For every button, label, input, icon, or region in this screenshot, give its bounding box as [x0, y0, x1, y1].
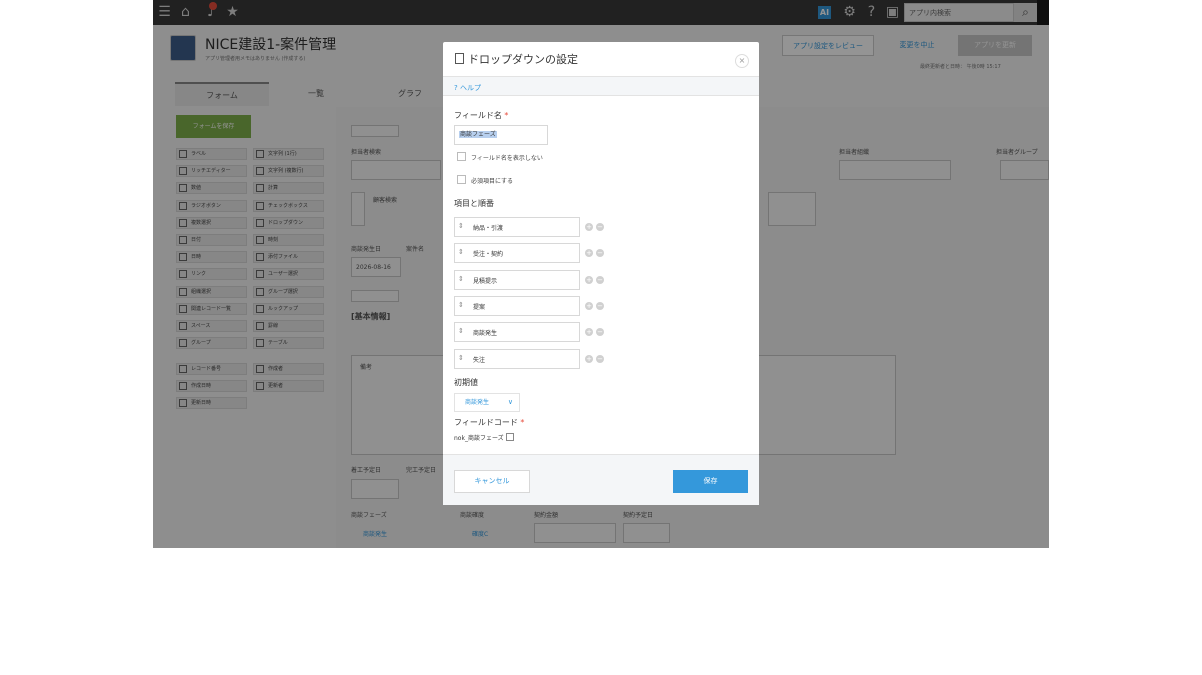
drag-handle-icon[interactable]: ⇕: [458, 301, 464, 309]
drag-handle-icon[interactable]: ⇕: [458, 275, 464, 283]
option-input[interactable]: ⇕ 提案: [454, 295, 580, 316]
remove-option-icon[interactable]: −: [596, 354, 604, 363]
add-option-icon[interactable]: +: [585, 223, 593, 231]
option-value: 受注・契約: [473, 251, 504, 259]
cancel-button[interactable]: キャンセル: [454, 470, 530, 493]
dialog-title-text: ドロップダウンの設定: [468, 53, 578, 66]
add-option-icon[interactable]: +: [585, 328, 593, 337]
option-value: 見積提示: [473, 277, 498, 285]
required-checkbox[interactable]: [457, 175, 466, 184]
remove-option-icon[interactable]: −: [596, 249, 604, 258]
default-value: 商談発生: [465, 399, 490, 406]
field-code-label: フィールドコード *: [454, 417, 524, 428]
dialog-footer: キャンセル 保存: [443, 454, 759, 505]
remove-option-icon[interactable]: −: [596, 328, 604, 337]
options-label: 項目と順番: [454, 199, 494, 208]
required-mark: *: [504, 111, 509, 120]
field-name-value: 商談フェーズ: [459, 131, 497, 138]
close-icon[interactable]: ×: [735, 54, 749, 68]
option-input[interactable]: ⇕ 失注: [454, 348, 580, 369]
required-checkbox-label: 必須項目にする: [471, 178, 514, 185]
edit-icon[interactable]: [505, 433, 514, 441]
remove-option-icon[interactable]: −: [596, 223, 604, 231]
option-value: 失注: [473, 356, 486, 364]
remove-option-icon[interactable]: −: [596, 275, 604, 284]
field-code-label-text: フィールドコード: [454, 418, 518, 427]
dropdown-settings-dialog: ドロップダウンの設定 × ? ヘルプ フィールド名 * 商談フェーズ フィールド…: [443, 42, 759, 505]
help-link[interactable]: ? ヘルプ: [454, 83, 481, 93]
option-input[interactable]: ⇕ 見積提示: [454, 269, 580, 290]
option-value: 提案: [473, 303, 486, 311]
add-option-icon[interactable]: +: [585, 249, 593, 258]
field-name-label-text: フィールド名: [454, 111, 502, 120]
option-value: 商談発生: [473, 330, 498, 338]
field-name-input[interactable]: 商談フェーズ: [454, 125, 548, 145]
drag-handle-icon[interactable]: ⇕: [458, 327, 464, 335]
required-mark: *: [520, 418, 525, 427]
option-input[interactable]: ⇕ 納品・引渡: [454, 217, 580, 237]
dialog-title: ドロップダウンの設定: [455, 51, 578, 67]
drag-handle-icon[interactable]: ⇕: [458, 248, 464, 256]
option-input[interactable]: ⇕ 商談発生: [454, 322, 580, 343]
add-option-icon[interactable]: +: [585, 275, 593, 284]
document-icon: [455, 53, 464, 64]
hide-field-name-checkbox[interactable]: [457, 152, 466, 161]
field-code: nok_商談フェーズ: [454, 433, 514, 442]
drag-handle-icon[interactable]: ⇕: [458, 222, 464, 230]
field-name-label: フィールド名 *: [454, 110, 508, 121]
add-option-icon[interactable]: +: [585, 301, 593, 310]
default-value-label: 初期値: [454, 378, 478, 387]
hide-field-name-label: フィールド名を表示しない: [471, 155, 543, 162]
remove-option-icon[interactable]: −: [596, 301, 604, 310]
default-value-select[interactable]: 商談発生 ∨: [454, 393, 520, 412]
field-code-value: nok_商談フェーズ: [454, 435, 504, 442]
drag-handle-icon[interactable]: ⇕: [458, 354, 464, 362]
add-option-icon[interactable]: +: [585, 354, 593, 363]
save-button[interactable]: 保存: [673, 470, 748, 493]
chevron-down-icon: ∨: [507, 398, 513, 406]
option-value: 納品・引渡: [473, 225, 504, 232]
option-input[interactable]: ⇕ 受注・契約: [454, 243, 580, 264]
help-bar: ? ヘルプ: [443, 76, 759, 96]
